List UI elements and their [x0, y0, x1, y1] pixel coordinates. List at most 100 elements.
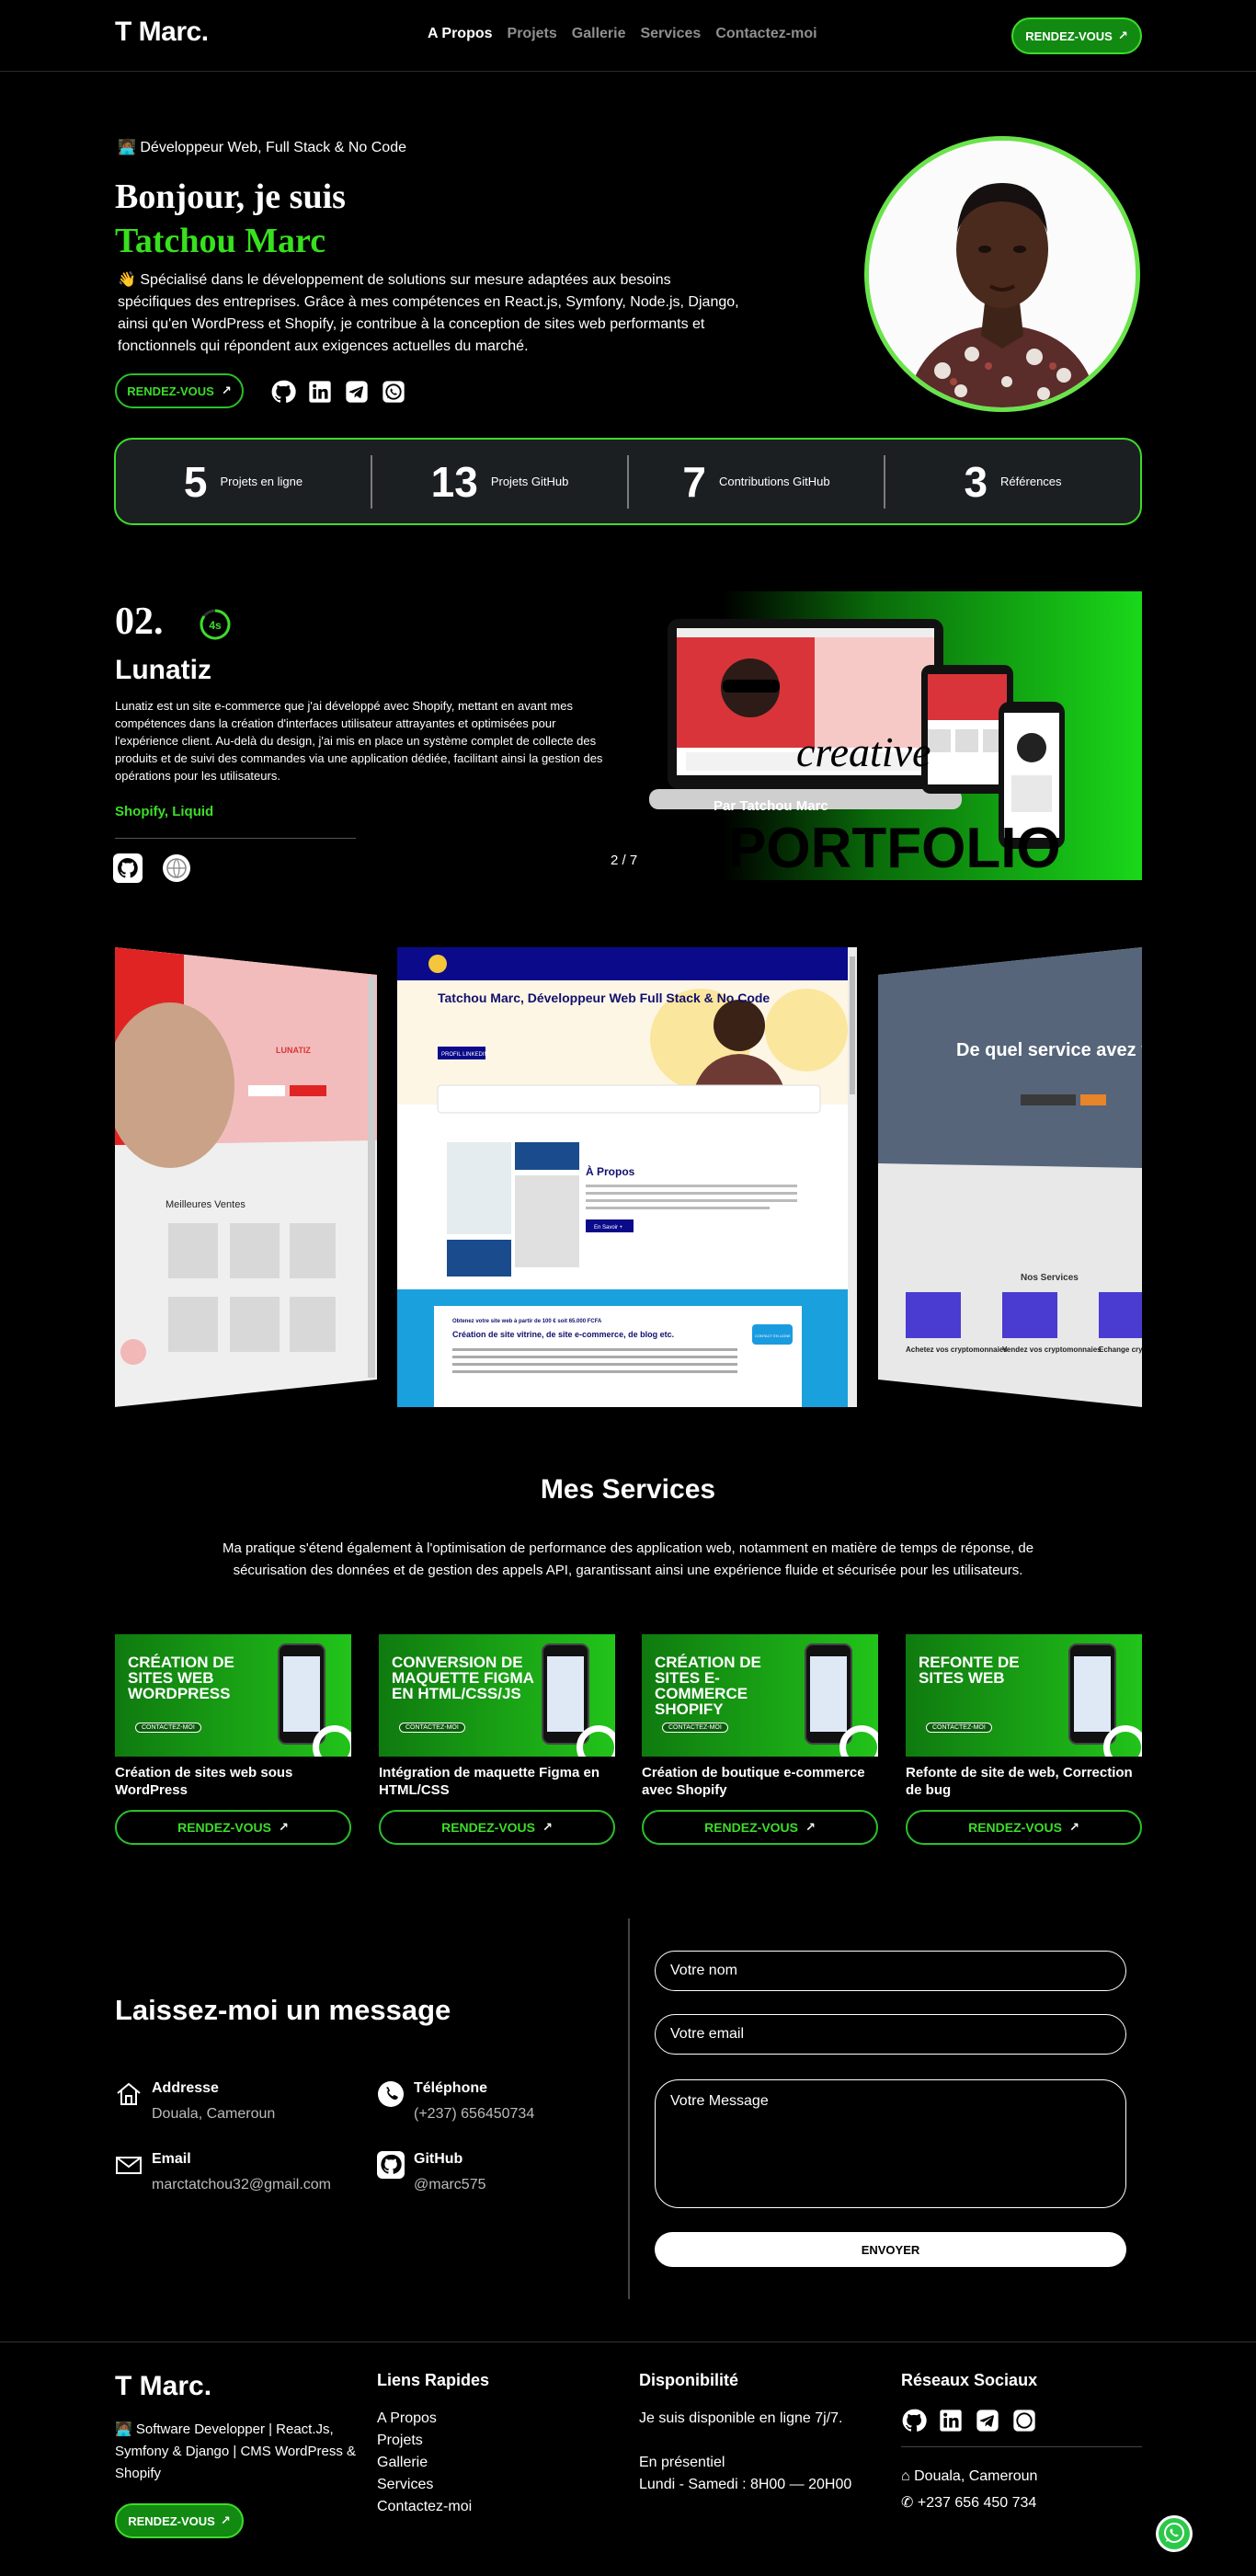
- footer-top-border: [0, 2341, 1256, 2342]
- service-card-refonte: REFONTE DE SITES WEB CONTACTEZ-MOI Refon…: [906, 1634, 1142, 1845]
- gallery-hero-btn: PROFIL LINKEDIN: [441, 1052, 488, 1058]
- service-title: Création de sites web sous WordPress: [115, 1765, 293, 1798]
- whatsapp-icon[interactable]: [1011, 2408, 1037, 2433]
- footer-phone[interactable]: ✆ +237 656 450 734: [901, 2490, 1037, 2516]
- phone-mockup: [1068, 1643, 1116, 1745]
- contact-item-title: Email: [152, 2151, 191, 2167]
- project-github-icon[interactable]: [113, 853, 143, 883]
- developer-emoji-icon: 🧑🏾‍💻: [118, 140, 136, 155]
- contact-item-value[interactable]: (+237) 656450734: [414, 2106, 534, 2123]
- phone-mockup: [805, 1643, 852, 1745]
- footer-address-text: Douala, Cameroun: [914, 2468, 1038, 2484]
- main-nav: A Propos Projets Gallerie Services Conta…: [428, 26, 817, 42]
- availability-online: Je suis disponible en ligne 7j/7.: [639, 2410, 843, 2426]
- hero-rendezvous-label: RENDEZ-VOUS: [127, 384, 214, 398]
- linkedin-icon[interactable]: [307, 379, 333, 405]
- site-header: T Marc. A Propos Projets Gallerie Servic…: [0, 0, 1256, 72]
- service-thumbnail: CRÉATION DE SITES E-COMMERCE SHOPIFY CON…: [642, 1634, 878, 1757]
- telegram-icon[interactable]: [344, 379, 370, 405]
- nav-link-projets[interactable]: Projets: [508, 26, 557, 42]
- service-rendezvous-label: RENDEZ-VOUS: [177, 1820, 271, 1835]
- whatsapp-float-icon[interactable]: [1154, 2513, 1194, 2554]
- project-description: Lunatiz est un site e-commerce que j'ai …: [115, 699, 603, 783]
- nav-link-a-propos[interactable]: A Propos: [428, 26, 493, 42]
- github-icon[interactable]: [270, 379, 296, 405]
- project-divider: [115, 838, 356, 839]
- stat-label: Projets GitHub: [490, 475, 569, 488]
- service-rendezvous-label: RENDEZ-VOUS: [704, 1820, 798, 1835]
- nav-link-gallerie[interactable]: Gallerie: [572, 26, 626, 42]
- contact-title: Laissez-moi un message: [115, 1994, 451, 2026]
- wave-emoji-icon: 👋: [118, 272, 136, 288]
- home-icon: ⌂: [901, 2468, 910, 2484]
- hero-role-text: Développeur Web, Full Stack & No Code: [140, 140, 406, 155]
- message-textarea[interactable]: [655, 2079, 1126, 2208]
- contact-item-value[interactable]: marctatchou32@gmail.com: [152, 2177, 331, 2193]
- hero-rendezvous-button[interactable]: RENDEZ-VOUS ↗: [115, 373, 244, 408]
- gallery-slide-center[interactable]: Tatchou Marc, Développeur Web Full Stack…: [397, 947, 857, 1407]
- email-input[interactable]: [655, 2014, 1126, 2055]
- timer-label: 4s: [209, 619, 222, 632]
- gallery-lunatiz-heading: Meilleures Ventes: [166, 1199, 245, 1210]
- arrow-up-right-icon: ↗: [220, 2513, 231, 2527]
- site-logo[interactable]: T Marc.: [115, 17, 209, 48]
- stat-github-contributions: 7 Contributions GitHub: [627, 454, 884, 509]
- gallery-crypto-caption-3: Echange cryptomon: [1099, 1345, 1142, 1354]
- nav-link-services[interactable]: Services: [640, 26, 701, 42]
- service-thumb-pill: CONTACTEZ-MOI: [135, 1723, 201, 1733]
- footer-link-projets[interactable]: Projets: [377, 2430, 472, 2452]
- banner-byline: Par Tatchou Marc: [714, 798, 828, 814]
- service-thumb-pill: CONTACTEZ-MOI: [662, 1723, 728, 1733]
- footer-links-title: Liens Rapides: [377, 2371, 490, 2389]
- nav-link-contact[interactable]: Contactez-moi: [715, 26, 816, 42]
- footer-link-gallerie[interactable]: Gallerie: [377, 2452, 472, 2474]
- phone-icon: [378, 2081, 404, 2107]
- gallery-slide-right[interactable]: De quel service avez vous besoin ? Nos S…: [878, 947, 1142, 1407]
- contact-item-value[interactable]: @marc575: [414, 2177, 486, 2193]
- page-root: T Marc. A Propos Projets Gallerie Servic…: [0, 0, 1256, 2576]
- project-tags: Shopify, Liquid: [115, 804, 214, 819]
- service-rendezvous-label: RENDEZ-VOUS: [968, 1820, 1062, 1835]
- footer-logo[interactable]: T Marc.: [115, 2371, 211, 2402]
- gallery-lunatiz-brand: LUNATIZ: [276, 1046, 311, 1055]
- github-icon[interactable]: [901, 2408, 927, 2433]
- contact-item-value: Douala, Cameroun: [152, 2106, 276, 2122]
- service-thumb-text: CRÉATION DE SITES E-COMMERCE SHOPIFY: [655, 1654, 761, 1718]
- name-input[interactable]: [655, 1951, 1126, 1991]
- service-rendezvous-button[interactable]: RENDEZ-VOUS ↗: [115, 1810, 351, 1845]
- developer-emoji-icon: 🧑🏾‍💻: [115, 2421, 132, 2437]
- stat-label: Références: [1000, 475, 1062, 488]
- service-card-wordpress: CRÉATION DE SITES WEB WORDPRESS CONTACTE…: [115, 1634, 351, 1845]
- stat-online-projects: 5 Projets en ligne: [116, 455, 371, 509]
- arrow-up-right-icon: ↗: [542, 1820, 553, 1834]
- send-button[interactable]: ENVOYER: [655, 2232, 1126, 2267]
- header-rendezvous-label: RENDEZ-VOUS: [1025, 29, 1113, 43]
- gallery-crypto-title: De quel service avez vous besoin ?: [956, 1040, 1142, 1060]
- footer-address: ⌂ Douala, Cameroun: [901, 2463, 1037, 2490]
- whatsapp-icon[interactable]: [381, 379, 406, 405]
- service-rendezvous-button[interactable]: RENDEZ-VOUS ↗: [906, 1810, 1142, 1845]
- footer-availability: Je suis disponible en ligne 7j/7. En pré…: [639, 2408, 896, 2496]
- service-rendezvous-button[interactable]: RENDEZ-VOUS ↗: [379, 1810, 615, 1845]
- footer-link-services[interactable]: Services: [377, 2474, 472, 2496]
- stat-label: Projets en ligne: [220, 475, 303, 488]
- project-website-icon[interactable]: [162, 853, 191, 883]
- services-title: Mes Services: [540, 1474, 716, 1505]
- linkedin-icon[interactable]: [938, 2408, 964, 2433]
- gallery-about-btn: En Savoir +: [594, 1225, 623, 1231]
- gallery-slide-left[interactable]: LUNATIZ Meilleures Ventes: [115, 947, 377, 1407]
- service-thumbnail: CRÉATION DE SITES WEB WORDPRESS CONTACTE…: [115, 1634, 351, 1757]
- footer-link-a-propos[interactable]: A Propos: [377, 2408, 472, 2430]
- header-rendezvous-button[interactable]: RENDEZ-VOUS ↗: [1011, 17, 1142, 54]
- service-rendezvous-button[interactable]: RENDEZ-VOUS ↗: [642, 1810, 878, 1845]
- service-rendezvous-label: RENDEZ-VOUS: [441, 1820, 535, 1835]
- footer-link-contact[interactable]: Contactez-moi: [377, 2496, 472, 2518]
- stat-label: Contributions GitHub: [718, 475, 830, 488]
- gallery-offer-badge: CONTACT EN LIGNE: [755, 1334, 791, 1338]
- gallery-lunatiz-screenshot: LUNATIZ Meilleures Ventes: [115, 947, 377, 1407]
- arrow-up-right-icon: ↗: [221, 384, 232, 397]
- hero-paragraph: 👋 Spécialisé dans le développement de so…: [118, 269, 743, 358]
- footer-rendezvous-button[interactable]: RENDEZ-VOUS ↗: [115, 2503, 244, 2538]
- telegram-icon[interactable]: [975, 2408, 1000, 2433]
- gallery-crypto-screenshot: De quel service avez vous besoin ? Nos S…: [878, 947, 1142, 1407]
